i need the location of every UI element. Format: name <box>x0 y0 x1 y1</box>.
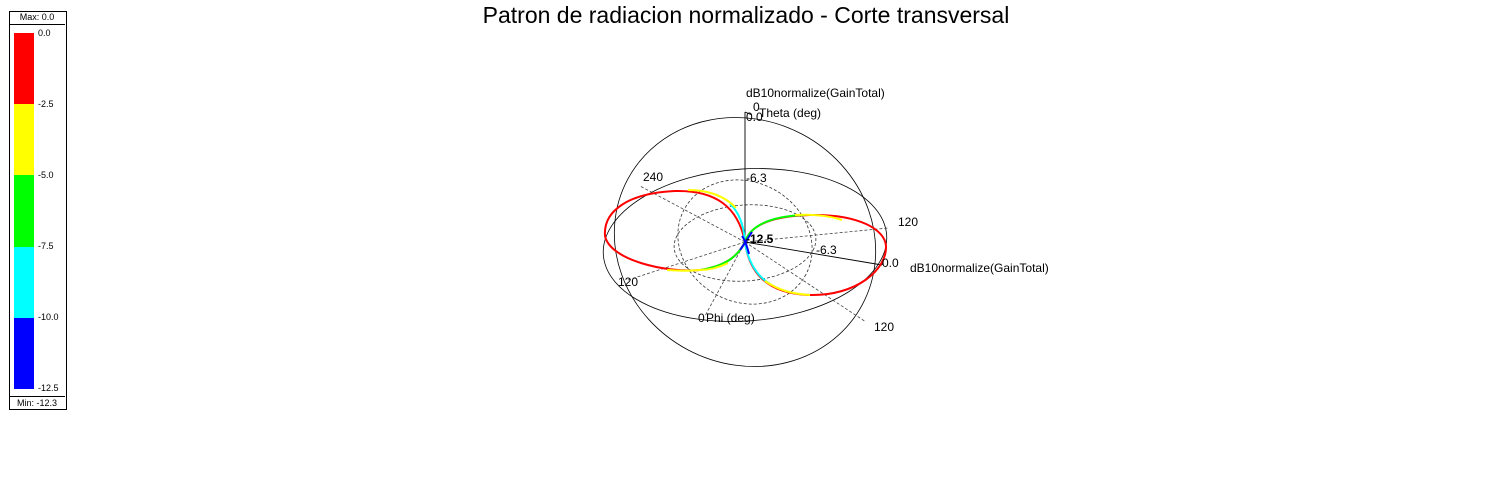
theta-tick-240: 240 <box>643 170 663 184</box>
spoke-120-lower-right <box>744 241 867 323</box>
theta-quantity-label: dB10normalize(GainTotal) <box>746 86 885 100</box>
left-lobe-red <box>603 189 747 272</box>
phi-axis-label: Phi (deg) <box>706 311 755 325</box>
spoke-240 <box>639 185 746 243</box>
radial-tick-right-0: 0.0 <box>882 256 899 270</box>
gain-axis-label: dB10normalize(GainTotal) <box>910 261 1049 275</box>
right-lobe-cyan-lower <box>744 241 771 285</box>
theta-axis-label: Theta (deg) <box>759 106 821 120</box>
phi-tick-120-lower: 120 <box>874 320 894 334</box>
theta-tick-120-left: 120 <box>618 275 638 289</box>
radial-tick-top-6-3: -6.3 <box>746 171 767 185</box>
phi-tick-120-right: 120 <box>898 215 918 229</box>
radial-tick-center: -12.5 <box>746 232 774 246</box>
phi-tick-0: 0 <box>698 311 705 325</box>
radial-tick-right-6-3: -6.3 <box>816 243 837 257</box>
polar-plot: dB10normalize(GainTotal) 0 0.0 Theta (de… <box>602 86 1049 367</box>
